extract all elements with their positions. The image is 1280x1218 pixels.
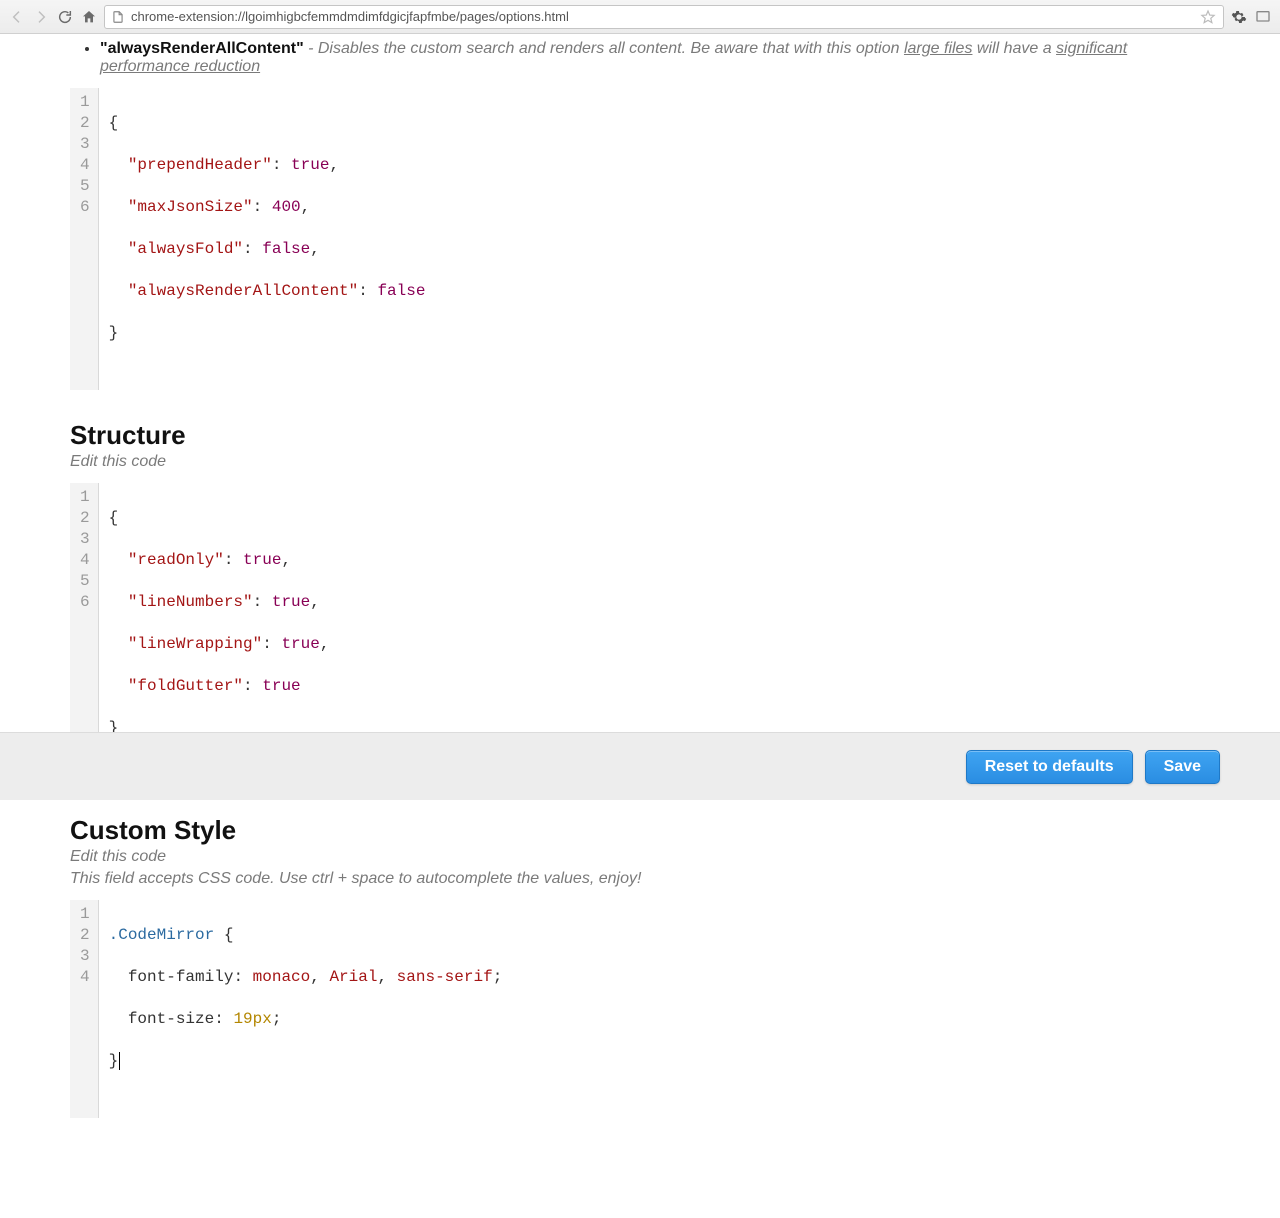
cast-icon[interactable]	[1254, 8, 1272, 26]
address-bar[interactable]: chrome-extension://lgoimhigbcfemmdmdimfd…	[104, 5, 1224, 29]
code-body[interactable]: { "prependHeader": true, "maxJsonSize": …	[99, 88, 436, 390]
custom-style-sub2: This field accepts CSS code. Use ctrl + …	[70, 870, 1190, 888]
option-name: "alwaysRenderAllContent"	[100, 40, 304, 57]
text-caret	[119, 1052, 120, 1070]
code-body[interactable]: .CodeMirror { font-family: monaco, Arial…	[99, 900, 513, 1118]
custom-style-heading: Custom Style	[70, 815, 1190, 846]
reload-icon[interactable]	[56, 8, 74, 26]
gear-icon[interactable]	[1230, 8, 1248, 26]
save-button[interactable]: Save	[1145, 750, 1220, 784]
option-list: "alwaysRenderAllContent" - Disables the …	[100, 40, 1190, 76]
action-bar: Reset to defaults Save	[0, 732, 1280, 800]
forward-icon[interactable]	[32, 8, 50, 26]
back-icon[interactable]	[8, 8, 26, 26]
line-gutter: 1 2 3 4	[70, 900, 99, 1118]
browser-toolbar: chrome-extension://lgoimhigbcfemmdmdimfd…	[0, 0, 1280, 34]
options-page-content: "alwaysRenderAllContent" - Disables the …	[0, 40, 1210, 1218]
structure-sub: Edit this code	[70, 453, 1190, 471]
option-alwaysRenderAllContent: "alwaysRenderAllContent" - Disables the …	[100, 40, 1190, 76]
line-gutter: 1 2 3 4 5 6	[70, 88, 99, 390]
custom-style-sub1: Edit this code	[70, 848, 1190, 866]
structure-heading: Structure	[70, 420, 1190, 451]
custom-style-editor[interactable]: 1 2 3 4 .CodeMirror { font-family: monac…	[70, 900, 1190, 1118]
bookmark-star-icon[interactable]	[1199, 8, 1217, 26]
home-icon[interactable]	[80, 8, 98, 26]
page-icon	[111, 10, 125, 24]
url-text: chrome-extension://lgoimhigbcfemmdmdimfd…	[131, 9, 1193, 24]
reset-to-defaults-button[interactable]: Reset to defaults	[966, 750, 1133, 784]
addon-options-editor[interactable]: 1 2 3 4 5 6 { "prependHeader": true, "ma…	[70, 88, 1190, 390]
